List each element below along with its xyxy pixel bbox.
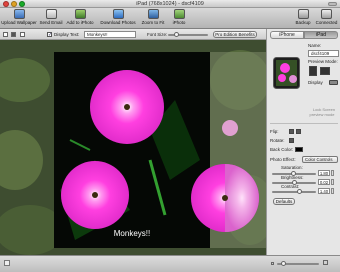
- photo-effect-select[interactable]: Color Controls: [302, 156, 338, 163]
- backup-button[interactable]: Backup: [293, 9, 313, 28]
- inspector-panel: iPhone iPad Name: dscf4109 Preview Mode:…: [266, 29, 340, 255]
- back-color-swatch[interactable]: [295, 147, 303, 152]
- brightness-value[interactable]: 0.02: [318, 179, 330, 185]
- preview-mode-label: Preview Mode:: [308, 59, 338, 64]
- send-email-label: Send Email: [39, 20, 63, 25]
- backup-icon: [297, 9, 309, 19]
- envelope-icon: [45, 9, 57, 19]
- saturation-value[interactable]: 1.80: [318, 170, 330, 176]
- flip-horizontal-icon[interactable]: [289, 129, 294, 134]
- edit-bar: ✓ Display Text: Monkeys!! Font Size: Pro…: [0, 29, 266, 40]
- flip-vertical-icon[interactable]: [296, 129, 301, 134]
- photo-canvas[interactable]: Monkeys!!: [0, 40, 266, 255]
- photo-effect-label: Photo Effect:: [270, 157, 296, 162]
- pro-edition-benefits-button[interactable]: Pro Edition Benefits: [213, 31, 257, 38]
- add-photo-button[interactable]: [4, 260, 10, 266]
- add-to-iphoto-label: Add to iPhoto: [66, 20, 94, 25]
- saturation-stepper[interactable]: [331, 170, 334, 176]
- iphoto-add-icon: [74, 9, 86, 19]
- zoom-in-icon[interactable]: [323, 260, 328, 265]
- toolbar-toggle-button[interactable]: [328, 1, 337, 6]
- download-photos-label: Download Photos: [100, 20, 136, 25]
- download-photos-button[interactable]: Download Photos: [99, 9, 137, 28]
- upload-icon: [13, 9, 25, 19]
- brightness-label: Brightness:: [281, 175, 304, 180]
- connected-status[interactable]: Connected: [314, 9, 339, 28]
- iphoto-icon: [173, 9, 185, 19]
- window-title: iPad (768x1024) - dscf4109: [136, 1, 204, 7]
- brightness-stepper[interactable]: [331, 179, 334, 185]
- back-color-label: Back Color:: [270, 147, 294, 152]
- contrast-label: Contrast:: [281, 184, 300, 189]
- rotate-label: Rotate:: [270, 138, 285, 143]
- backup-label: Backup: [295, 20, 311, 25]
- display-text-label: Display Text:: [54, 32, 80, 37]
- zoom-icon: [147, 9, 159, 19]
- portrait-mode-icon[interactable]: [309, 66, 317, 76]
- status-bar: [0, 255, 340, 272]
- zoom-out-icon[interactable]: [271, 262, 274, 265]
- crop-icon[interactable]: [3, 32, 8, 37]
- landscape-mode-icon[interactable]: [320, 67, 330, 75]
- iphoto-button[interactable]: iPhoto: [168, 9, 190, 28]
- photo-image: [0, 40, 266, 255]
- ipad-device-icon: [321, 9, 332, 19]
- download-icon: [112, 9, 124, 19]
- preview-icon[interactable]: [11, 32, 16, 37]
- zoom-to-fit-label: Zoom to Fit: [141, 20, 165, 25]
- upload-wallpaper-label: Upload Wallpaper: [1, 20, 37, 25]
- contrast-slider-knob[interactable]: [297, 189, 302, 194]
- tab-ipad[interactable]: iPad: [304, 31, 338, 39]
- add-to-iphoto-button[interactable]: Add to iPhoto: [65, 9, 95, 28]
- panel-divider: [270, 123, 338, 124]
- upload-wallpaper-button[interactable]: Upload Wallpaper: [1, 9, 37, 28]
- display-toggle[interactable]: [329, 80, 338, 85]
- font-size-slider-knob[interactable]: [174, 32, 179, 37]
- connected-label: Connected: [315, 20, 338, 25]
- ipad-preview-thumbnail[interactable]: [273, 57, 300, 89]
- photo-caption: Monkeys!!: [113, 229, 151, 238]
- send-email-button[interactable]: Send Email: [38, 9, 64, 28]
- defaults-button[interactable]: Defaults: [273, 198, 295, 205]
- iphoto-label: iPhoto: [172, 20, 186, 25]
- zoom-slider-knob[interactable]: [281, 261, 286, 266]
- contrast-slider[interactable]: [272, 191, 316, 193]
- rotate-icon[interactable]: [289, 138, 294, 143]
- contrast-stepper[interactable]: [331, 188, 334, 194]
- lock-screen-line2: preview mode: [309, 112, 335, 117]
- name-label: Name:: [308, 43, 322, 48]
- tab-iphone[interactable]: iPhone: [270, 31, 304, 39]
- display-text-checkbox[interactable]: ✓: [47, 32, 52, 38]
- zoom-to-fit-button[interactable]: Zoom to Fit: [141, 9, 165, 28]
- contrast-value[interactable]: 1.40: [318, 188, 330, 194]
- display-label: Display: [308, 80, 323, 85]
- display-text-input[interactable]: Monkeys!!: [84, 31, 136, 38]
- main-toolbar: Upload Wallpaper Send Email Add to iPhot…: [0, 8, 340, 29]
- font-size-label: Font Size:: [147, 32, 168, 37]
- flip-label: Flip:: [270, 129, 279, 134]
- saturation-label: Saturation:: [281, 165, 303, 170]
- window-title-bar: iPad (768x1024) - dscf4109: [0, 0, 340, 8]
- edit-icon[interactable]: [20, 32, 25, 37]
- name-input[interactable]: dscf4109: [308, 50, 339, 57]
